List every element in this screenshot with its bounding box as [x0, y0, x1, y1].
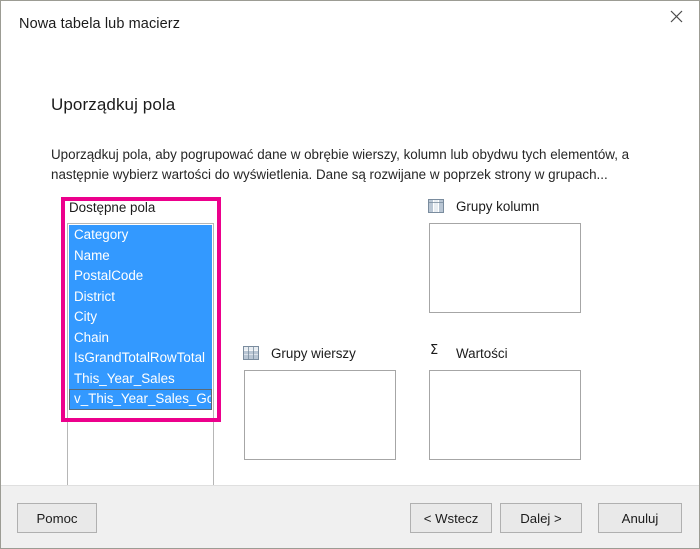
- field-list-item[interactable]: City: [69, 307, 212, 328]
- sigma-icon: Σ: [430, 343, 438, 358]
- new-table-or-matrix-dialog: Nowa tabela lub macierz Uporządkuj pola …: [0, 0, 700, 549]
- field-list-item[interactable]: IsGrandTotalRowTotal: [69, 348, 212, 369]
- field-list-item[interactable]: Name: [69, 246, 212, 267]
- field-list-item[interactable]: Category: [69, 225, 212, 246]
- page-description: Uporządkuj pola, aby pogrupować dane w o…: [51, 145, 661, 185]
- dialog-footer: Pomoc < Wstecz Dalej > Anuluj: [1, 485, 699, 548]
- field-list-item[interactable]: PostalCode: [69, 266, 212, 287]
- field-list-item[interactable]: Chain: [69, 328, 212, 349]
- help-button[interactable]: Pomoc: [17, 503, 97, 533]
- column-groups-icon: [428, 199, 444, 213]
- next-button[interactable]: Dalej >: [500, 503, 582, 533]
- row-groups-label: Grupy wierszy: [271, 346, 356, 361]
- back-button[interactable]: < Wstecz: [410, 503, 492, 533]
- field-list-item[interactable]: v_This_Year_Sales_Goal: [69, 389, 212, 410]
- dialog-titlebar: Nowa tabela lub macierz: [1, 1, 699, 47]
- available-fields-listbox[interactable]: CategoryNamePostalCodeDistrictCityChainI…: [67, 223, 214, 503]
- available-fields-label: Dostępne pola: [69, 200, 155, 215]
- dialog-title: Nowa tabela lub macierz: [1, 16, 180, 32]
- column-groups-label: Grupy kolumn: [456, 199, 539, 214]
- values-dropzone[interactable]: [429, 370, 581, 460]
- page-title: Uporządkuj pola: [51, 95, 175, 115]
- cancel-button[interactable]: Anuluj: [598, 503, 682, 533]
- field-list-item[interactable]: This_Year_Sales: [69, 369, 212, 390]
- column-groups-dropzone[interactable]: [429, 223, 581, 313]
- row-groups-dropzone[interactable]: [244, 370, 396, 460]
- close-icon[interactable]: [654, 1, 699, 31]
- field-list-item[interactable]: District: [69, 287, 212, 308]
- row-groups-icon: [243, 346, 259, 360]
- dialog-content: Uporządkuj pola Uporządkuj pola, aby pog…: [1, 47, 699, 485]
- values-label: Wartości: [456, 346, 508, 361]
